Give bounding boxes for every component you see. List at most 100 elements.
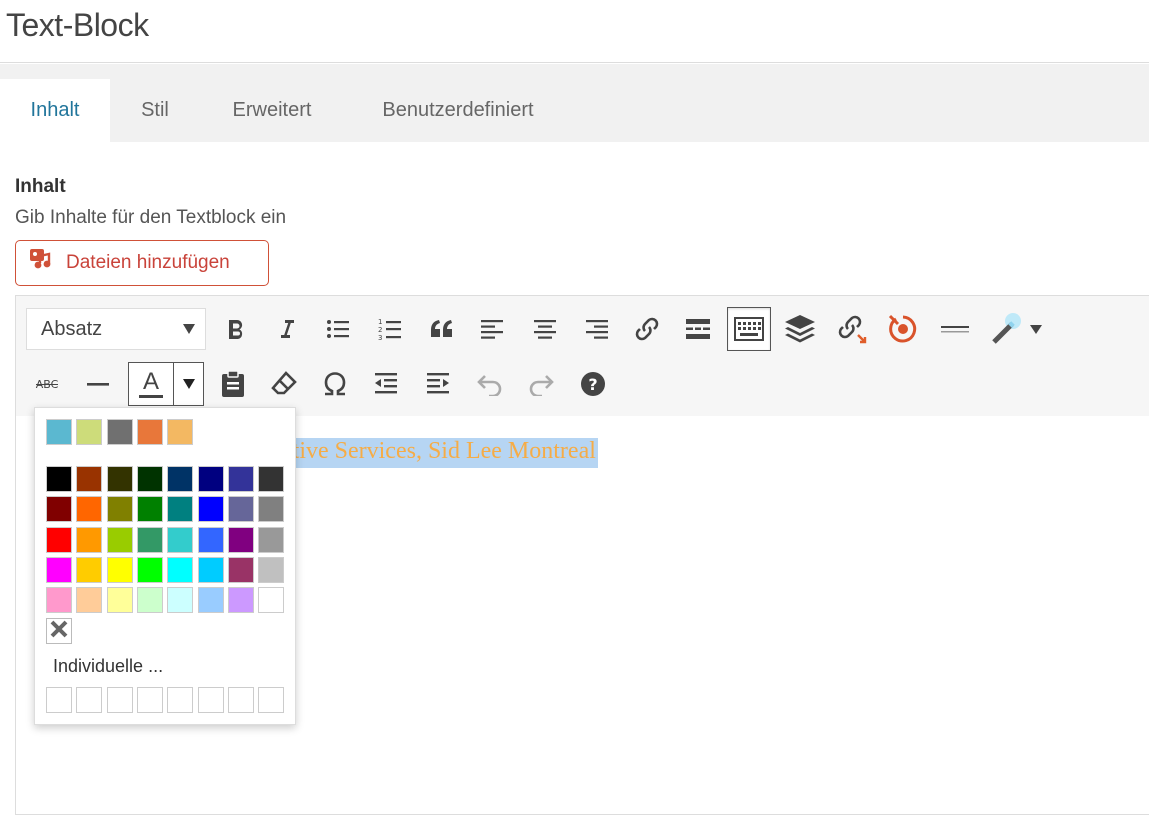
align-left-button[interactable] bbox=[471, 307, 515, 351]
color-swatch[interactable] bbox=[227, 587, 254, 614]
help-button[interactable]: ? bbox=[571, 362, 615, 406]
color-swatch[interactable] bbox=[197, 466, 224, 492]
color-swatch[interactable] bbox=[136, 587, 163, 614]
color-swatch[interactable] bbox=[46, 556, 72, 583]
bullet-list-button[interactable] bbox=[316, 307, 360, 351]
custom-color-slot[interactable] bbox=[258, 687, 285, 713]
italic-button[interactable] bbox=[265, 307, 309, 351]
color-swatch[interactable] bbox=[106, 526, 133, 553]
recent-color-swatch[interactable] bbox=[46, 419, 72, 445]
redo-button[interactable] bbox=[519, 362, 563, 406]
horizontal-line-button[interactable] bbox=[76, 362, 120, 406]
color-swatch[interactable] bbox=[76, 556, 103, 583]
color-swatch[interactable] bbox=[76, 466, 103, 492]
outdent-button[interactable] bbox=[364, 362, 408, 406]
color-swatch[interactable] bbox=[106, 496, 133, 523]
text-color-letter: A bbox=[142, 368, 159, 395]
custom-color-slot[interactable] bbox=[46, 687, 72, 713]
color-swatch[interactable] bbox=[106, 466, 133, 492]
magic-wand-icon bbox=[990, 312, 1026, 346]
horizontal-rule-icon bbox=[941, 324, 969, 334]
unlink-button[interactable] bbox=[830, 307, 874, 351]
color-swatch[interactable] bbox=[46, 526, 72, 553]
color-swatch[interactable] bbox=[167, 496, 194, 523]
link-button[interactable] bbox=[625, 307, 669, 351]
custom-color-slot[interactable] bbox=[136, 687, 163, 713]
color-swatch[interactable] bbox=[227, 526, 254, 553]
read-more-button[interactable] bbox=[676, 307, 720, 351]
color-swatch[interactable] bbox=[227, 466, 254, 492]
layers-button[interactable] bbox=[778, 307, 822, 351]
read-more-icon bbox=[685, 318, 711, 340]
color-swatch[interactable] bbox=[258, 587, 285, 614]
color-swatch[interactable] bbox=[136, 466, 163, 492]
strikethrough-button[interactable]: ABC bbox=[25, 362, 69, 406]
color-swatch[interactable] bbox=[136, 556, 163, 583]
special-character-button[interactable] bbox=[313, 362, 357, 406]
undo-button[interactable] bbox=[468, 362, 512, 406]
custom-color-slot[interactable] bbox=[106, 687, 133, 713]
add-files-button[interactable]: Dateien hinzufügen bbox=[15, 240, 269, 286]
clear-formatting-button[interactable] bbox=[262, 362, 306, 406]
align-center-button[interactable] bbox=[523, 307, 567, 351]
target-button[interactable] bbox=[881, 307, 925, 351]
paste-text-button[interactable] bbox=[211, 362, 255, 406]
align-center-icon bbox=[533, 319, 557, 339]
color-swatch[interactable] bbox=[167, 587, 194, 614]
color-swatch[interactable] bbox=[76, 526, 103, 553]
color-swatch[interactable] bbox=[76, 587, 103, 614]
color-swatch[interactable] bbox=[258, 466, 285, 492]
tab-erweitert[interactable]: Erweitert bbox=[214, 79, 330, 142]
indent-button[interactable] bbox=[416, 362, 460, 406]
magic-wand-button[interactable] bbox=[984, 307, 1048, 351]
color-swatch[interactable] bbox=[167, 466, 194, 492]
align-left-icon bbox=[481, 319, 505, 339]
recent-color-swatch[interactable] bbox=[76, 419, 103, 445]
custom-color-slot[interactable] bbox=[227, 687, 254, 713]
color-swatch[interactable] bbox=[46, 587, 72, 614]
align-right-icon bbox=[584, 319, 608, 339]
recent-color-swatch[interactable] bbox=[167, 419, 194, 445]
toolbar-toggle-button[interactable] bbox=[727, 307, 771, 351]
tab-stil[interactable]: Stil bbox=[122, 79, 188, 142]
bold-button[interactable] bbox=[214, 307, 258, 351]
color-swatch[interactable] bbox=[258, 556, 285, 583]
close-icon bbox=[50, 620, 68, 643]
unlink-icon bbox=[836, 313, 868, 345]
numbered-list-icon: 123 bbox=[378, 317, 402, 341]
color-swatch[interactable] bbox=[46, 466, 72, 492]
align-right-button[interactable] bbox=[574, 307, 618, 351]
color-swatch[interactable] bbox=[167, 526, 194, 553]
color-swatch[interactable] bbox=[167, 556, 194, 583]
tab-inhalt[interactable]: Inhalt bbox=[0, 79, 110, 142]
color-swatch[interactable] bbox=[197, 496, 224, 523]
tab-benutzerdefiniert[interactable]: Benutzerdefiniert bbox=[360, 79, 556, 142]
blockquote-button[interactable] bbox=[420, 307, 464, 351]
color-swatch[interactable] bbox=[76, 496, 103, 523]
text-color-button[interactable]: A bbox=[129, 363, 173, 405]
custom-color-slot[interactable] bbox=[167, 687, 194, 713]
color-swatch[interactable] bbox=[227, 556, 254, 583]
color-swatch[interactable] bbox=[197, 526, 224, 553]
recent-color-swatch[interactable] bbox=[136, 419, 163, 445]
custom-color-slot[interactable] bbox=[76, 687, 103, 713]
color-swatch[interactable] bbox=[197, 556, 224, 583]
color-swatch[interactable] bbox=[258, 496, 285, 523]
recent-color-swatch[interactable] bbox=[106, 419, 133, 445]
no-color-button[interactable] bbox=[46, 618, 72, 644]
color-swatch[interactable] bbox=[227, 496, 254, 523]
color-swatch[interactable] bbox=[106, 587, 133, 614]
color-swatch[interactable] bbox=[106, 556, 133, 583]
format-select[interactable]: Absatz bbox=[26, 308, 206, 350]
color-swatch[interactable] bbox=[258, 526, 285, 553]
text-color-dropdown[interactable] bbox=[173, 363, 204, 405]
color-swatch[interactable] bbox=[197, 587, 224, 614]
horizontal-rule-button[interactable] bbox=[933, 307, 977, 351]
color-swatch[interactable] bbox=[46, 496, 72, 523]
panel-header: Text-Block bbox=[0, 0, 1149, 63]
custom-color-slot[interactable] bbox=[197, 687, 224, 713]
color-swatch[interactable] bbox=[136, 526, 163, 553]
numbered-list-button[interactable]: 123 bbox=[368, 307, 412, 351]
color-swatch[interactable] bbox=[136, 496, 163, 523]
custom-color-button[interactable]: Individuelle ... bbox=[53, 656, 163, 677]
